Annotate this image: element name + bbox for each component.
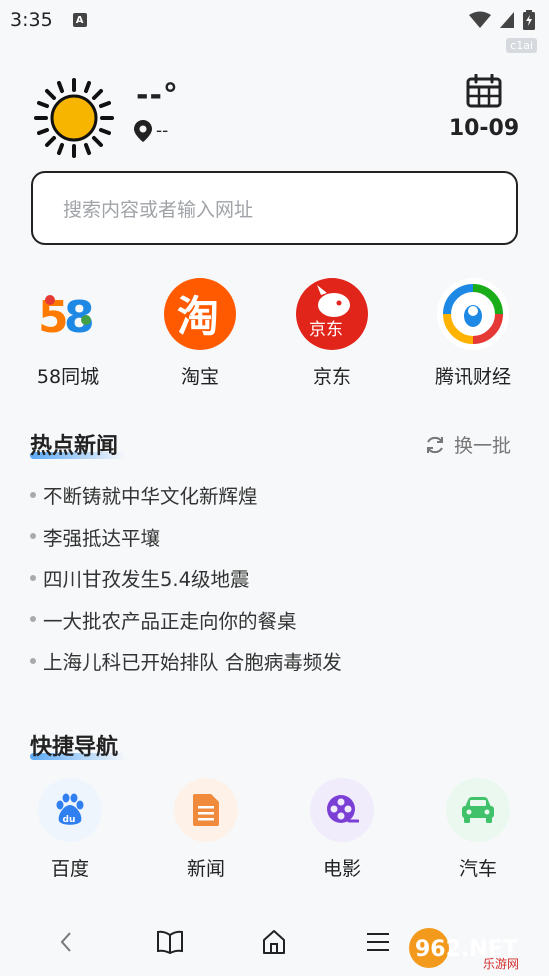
nav-baidu[interactable]: du 百度 xyxy=(15,778,125,881)
news-headline: 四川甘孜发生5.4级地震 xyxy=(43,568,250,592)
bookmarks-button[interactable] xyxy=(150,922,190,962)
news-list: 不断铸就中华文化新辉煌 李强抵达平壤 四川甘孜发生5.4级地震 一大批农产品正走… xyxy=(30,474,520,682)
app-label: 58同城 xyxy=(36,366,100,388)
nav-label: 百度 xyxy=(50,858,89,880)
news-icon xyxy=(174,778,238,842)
app-label: 腾讯财经 xyxy=(434,366,511,388)
nav-label: 新闻 xyxy=(186,858,225,880)
status-bar: 3:35 A xyxy=(0,0,549,40)
app-58[interactable]: 5 8 58同城 xyxy=(8,278,128,389)
status-icons xyxy=(469,10,535,30)
refresh-icon xyxy=(427,436,443,453)
bullet-dot xyxy=(30,533,36,540)
news-item[interactable]: 上海儿科已开始排队 合胞病毒频发 xyxy=(30,640,520,682)
news-item[interactable]: 李强抵达平壤 xyxy=(30,516,520,558)
svg-text:淘: 淘 xyxy=(177,292,219,339)
battery-icon xyxy=(523,10,535,30)
bullet-dot xyxy=(30,574,36,581)
wifi-icon xyxy=(469,11,491,28)
menu-button[interactable] xyxy=(358,922,398,962)
nav-label: 汽车 xyxy=(458,858,497,880)
quick-nav-title: 快捷导航 xyxy=(30,735,119,760)
status-time: 3:35 xyxy=(10,9,53,31)
notification-icon: A xyxy=(72,13,87,27)
bullet-dot xyxy=(30,491,36,498)
svg-text:du: du xyxy=(63,815,76,825)
home-button[interactable] xyxy=(254,922,294,962)
news-headline: 李强抵达平壤 xyxy=(43,526,161,550)
news-item[interactable]: 不断铸就中华文化新辉煌 xyxy=(30,474,520,516)
news-item[interactable]: 四川甘孜发生5.4级地震 xyxy=(30,557,520,599)
menu-icon xyxy=(367,933,389,951)
58-icon: 5 8 xyxy=(32,278,104,350)
app-shortcuts: 5 8 58同城 淘 淘宝 京东 京东 腾讯财经 xyxy=(0,278,549,388)
nav-film[interactable]: 电影 xyxy=(287,778,397,881)
bullet-dot xyxy=(30,616,36,623)
refresh-button[interactable]: 换一批 xyxy=(424,431,511,458)
svg-text:京东: 京东 xyxy=(309,320,343,340)
news-headline: 不断铸就中华文化新辉煌 xyxy=(43,485,258,509)
app-tencent-finance[interactable]: 腾讯财经 xyxy=(413,278,533,389)
news-headline: 上海儿科已开始排队 合胞病毒频发 xyxy=(43,651,342,675)
temperature: --° xyxy=(136,78,179,113)
hot-news-title: 热点新闻 xyxy=(30,434,119,459)
calendar-icon xyxy=(466,73,502,108)
news-headline: 一大批农产品正走向你的餐桌 xyxy=(43,609,297,633)
date-block[interactable]: 10-09 xyxy=(444,73,524,141)
tencent-finance-icon xyxy=(437,278,509,350)
nav-news[interactable]: 新闻 xyxy=(151,778,261,881)
location-text: -- xyxy=(156,121,169,141)
app-label: 淘宝 xyxy=(180,366,219,388)
refresh-label: 换一批 xyxy=(454,435,512,457)
search-input[interactable]: 搜索内容或者输入网址 xyxy=(31,171,518,245)
nav-car[interactable]: 汽车 xyxy=(423,778,533,881)
taobao-icon: 淘 xyxy=(164,278,236,350)
weather-header: --° -- 10-09 xyxy=(34,73,524,164)
car-icon xyxy=(446,778,510,842)
news-item[interactable]: 一大批农产品正走向你的餐桌 xyxy=(30,599,520,641)
signal-icon xyxy=(500,12,514,28)
jd-icon: 京东 xyxy=(296,278,368,350)
app-jd[interactable]: 京东 京东 xyxy=(272,278,392,389)
back-button[interactable] xyxy=(46,922,86,962)
book-icon xyxy=(157,930,183,954)
location-pin-icon xyxy=(134,120,152,142)
search-placeholder: 搜索内容或者输入网址 xyxy=(63,198,254,221)
watermark-sub: 乐游网 xyxy=(483,957,519,971)
app-label: 京东 xyxy=(312,366,351,388)
nav-label: 电影 xyxy=(322,858,361,880)
location[interactable]: -- xyxy=(134,120,168,142)
baidu-icon: du xyxy=(38,778,102,842)
bullet-dot xyxy=(30,657,36,664)
sun-icon xyxy=(34,78,114,158)
quick-nav-grid: du 百度 新闻 电影 汽车 xyxy=(0,778,549,888)
corner-tag: c1ai xyxy=(506,38,537,53)
app-taobao[interactable]: 淘 淘宝 xyxy=(140,278,260,389)
film-icon xyxy=(310,778,374,842)
site-watermark: 962.NET 乐游网 xyxy=(407,925,543,971)
home-icon xyxy=(263,930,285,954)
date-text: 10-09 xyxy=(448,116,520,141)
svg-text:8: 8 xyxy=(64,292,95,338)
chevron-left-icon xyxy=(60,932,71,952)
